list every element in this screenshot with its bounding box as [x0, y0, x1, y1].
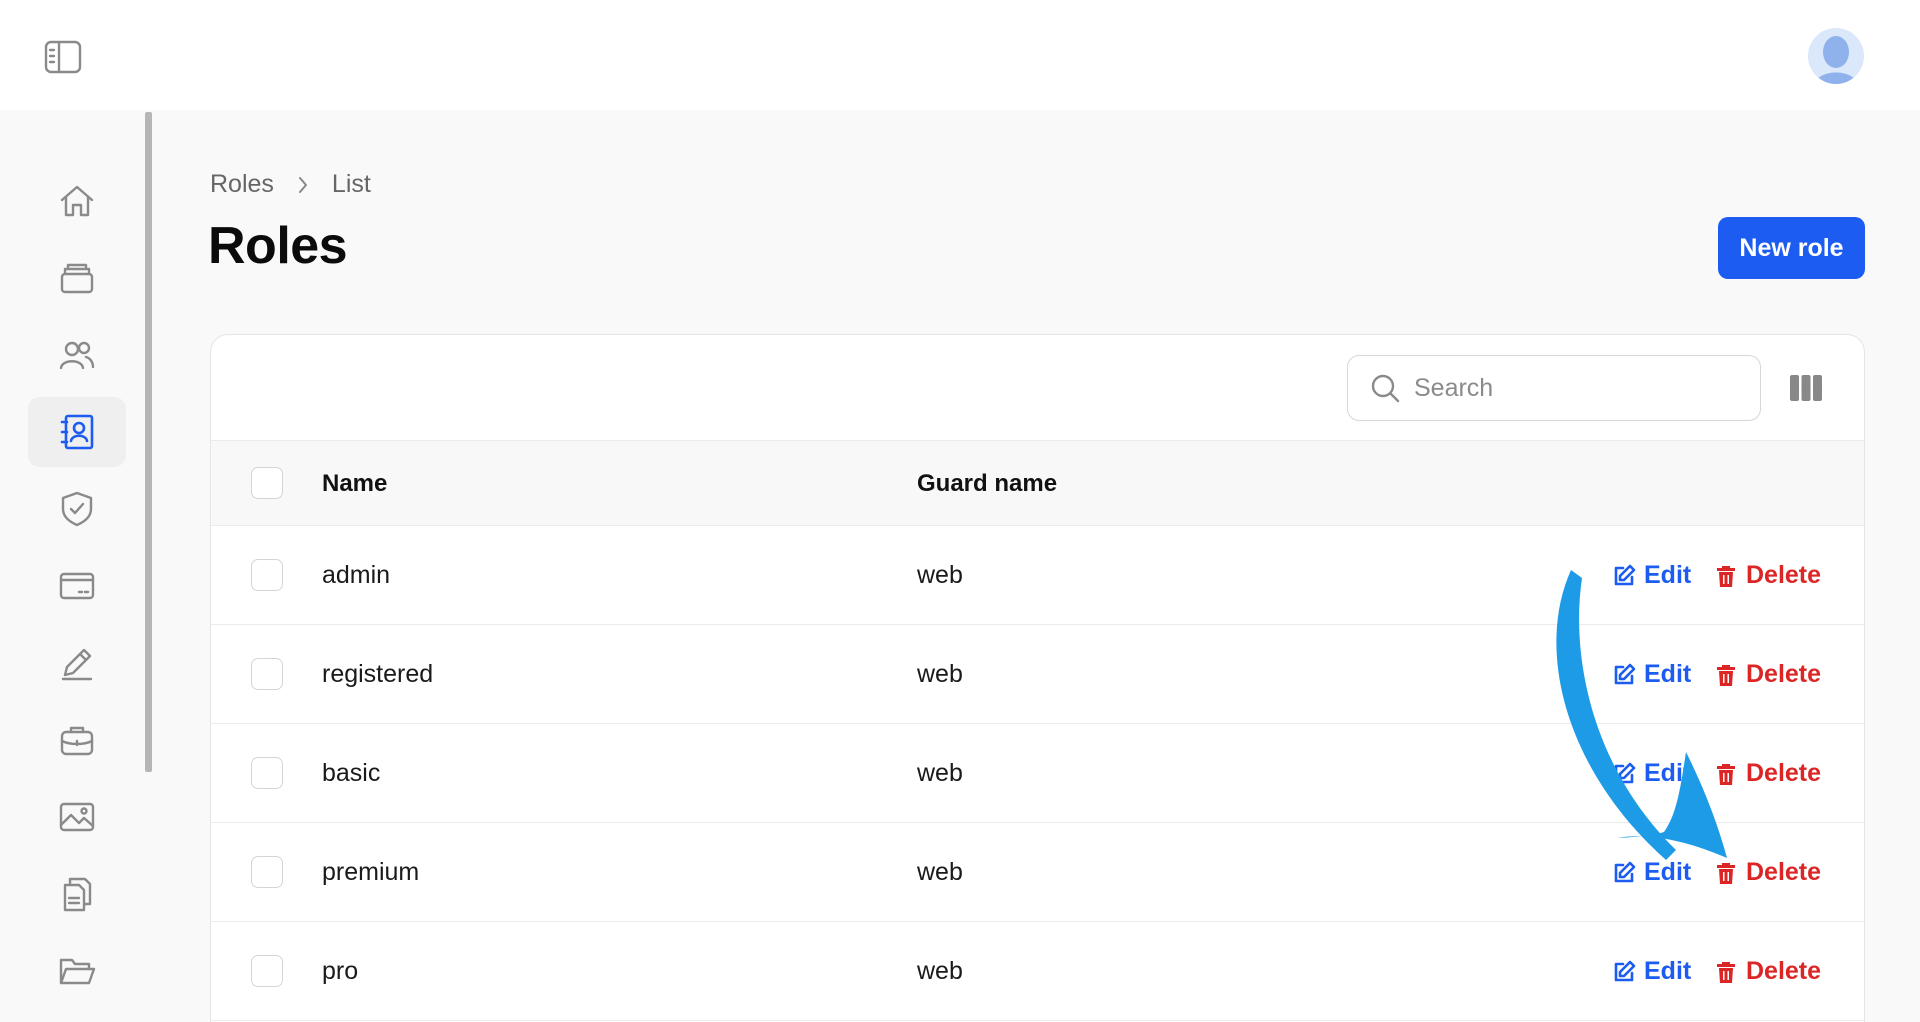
- table-row: admin web Edit Delete: [211, 526, 1864, 625]
- role-name-cell: basic: [322, 759, 381, 787]
- users-icon: [59, 341, 95, 370]
- role-name-cell: registered: [322, 660, 434, 688]
- edit-icon: [1614, 861, 1636, 882]
- row-checkbox[interactable]: [251, 856, 283, 888]
- delete-button[interactable]: Delete: [1714, 957, 1821, 986]
- home-icon: [60, 185, 94, 217]
- sidebar-toggle-icon: [44, 40, 82, 74]
- delete-button[interactable]: Delete: [1714, 660, 1821, 689]
- row-checkbox[interactable]: [251, 658, 283, 690]
- sidebar-item-files[interactable]: [28, 936, 126, 1006]
- edit-label: Edit: [1644, 660, 1692, 688]
- sidebar-item-roles[interactable]: [28, 397, 126, 467]
- edit-icon: [1614, 960, 1636, 981]
- search-input[interactable]: [1414, 373, 1744, 403]
- edit-button[interactable]: Edit: [1612, 561, 1691, 590]
- edit-label: Edit: [1644, 759, 1692, 787]
- page-title: Roles: [208, 217, 348, 275]
- trash-icon: [1717, 961, 1735, 983]
- edit-button[interactable]: Edit: [1612, 759, 1691, 788]
- guard-name-cell: web: [917, 858, 963, 886]
- sidebar-item-documents[interactable]: [28, 859, 126, 929]
- guard-name-cell: web: [917, 561, 963, 589]
- sidebar-item-home[interactable]: [28, 166, 126, 236]
- row-checkbox[interactable]: [251, 559, 283, 591]
- table-header: Name Guard name: [211, 440, 1864, 526]
- delete-label: Delete: [1746, 660, 1822, 688]
- sidebar-item-jobs[interactable]: [28, 705, 126, 775]
- delete-label: Delete: [1746, 858, 1822, 886]
- trash-icon: [1717, 565, 1735, 587]
- sidebar-item-media[interactable]: [28, 782, 126, 852]
- edit-icon: [1614, 663, 1636, 684]
- guard-name-cell: web: [917, 660, 963, 688]
- columns-icon: [1790, 375, 1822, 401]
- column-toggle-button[interactable]: [1789, 371, 1823, 405]
- role-name-cell: pro: [322, 957, 359, 985]
- archive-box-icon: [60, 263, 94, 294]
- sidebar-item-users[interactable]: [28, 320, 126, 390]
- search-icon: [1371, 374, 1400, 403]
- sidebar-item-billing[interactable]: [28, 551, 126, 621]
- sidebar-scrollbar[interactable]: [145, 112, 152, 772]
- sidebar-item-posts[interactable]: [28, 628, 126, 698]
- edit-button[interactable]: Edit: [1612, 660, 1691, 689]
- breadcrumb-list: List: [331, 170, 371, 198]
- edit-button[interactable]: Edit: [1612, 957, 1691, 986]
- edit-label: Edit: [1644, 561, 1692, 589]
- avatar[interactable]: [1808, 28, 1864, 84]
- breadcrumb: Roles List: [210, 170, 371, 199]
- guard-name-cell: web: [917, 759, 963, 787]
- delete-button[interactable]: Delete: [1714, 561, 1821, 590]
- folder-open-icon: [59, 958, 96, 985]
- search-field[interactable]: [1347, 355, 1761, 421]
- trash-icon: [1717, 664, 1735, 686]
- edit-label: Edit: [1644, 858, 1692, 886]
- documents-icon: [63, 877, 92, 912]
- sidebar-toggle-button[interactable]: [42, 38, 84, 76]
- table-row: basic web Edit Delete: [211, 724, 1864, 823]
- table-row: registered web Edit Delete: [211, 625, 1864, 724]
- table-row: pro web Edit Delete: [211, 922, 1864, 1021]
- edit-icon: [1614, 564, 1636, 585]
- role-name-cell: premium: [322, 858, 420, 886]
- sidebar-item-permissions[interactable]: [28, 474, 126, 544]
- edit-label: Edit: [1644, 957, 1692, 985]
- select-all-checkbox[interactable]: [251, 467, 283, 499]
- credit-card-icon: [59, 572, 95, 600]
- delete-button[interactable]: Delete: [1714, 858, 1821, 887]
- guard-name-cell: web: [917, 957, 963, 985]
- trash-icon: [1717, 763, 1735, 785]
- image-icon: [59, 802, 95, 832]
- shield-check-icon: [61, 491, 93, 527]
- top-bar: [0, 0, 1920, 110]
- delete-label: Delete: [1746, 759, 1822, 787]
- new-role-button[interactable]: New role: [1718, 217, 1865, 279]
- delete-button[interactable]: Delete: [1714, 759, 1821, 788]
- row-checkbox[interactable]: [251, 955, 283, 987]
- breadcrumb-roles-link[interactable]: Roles: [210, 170, 274, 199]
- row-checkbox[interactable]: [251, 757, 283, 789]
- chevron-right-icon: [298, 176, 307, 193]
- trash-icon: [1717, 862, 1735, 884]
- roles-table-card: Name Guard name admin web Edit Delete re…: [210, 334, 1865, 1022]
- delete-label: Delete: [1746, 957, 1822, 985]
- edit-icon: [1614, 762, 1636, 783]
- column-header-name[interactable]: Name: [322, 470, 387, 498]
- contact-book-icon: [60, 414, 94, 450]
- sidebar-item-archive[interactable]: [28, 243, 126, 313]
- role-name-cell: admin: [322, 561, 391, 589]
- delete-label: Delete: [1746, 561, 1822, 589]
- pencil-icon: [61, 648, 93, 681]
- table-row: premium web Edit Delete: [211, 823, 1864, 922]
- briefcase-icon: [60, 726, 94, 756]
- user-avatar-icon: [1814, 36, 1858, 84]
- edit-button[interactable]: Edit: [1612, 858, 1691, 887]
- column-header-guard-name[interactable]: Guard name: [917, 470, 1057, 498]
